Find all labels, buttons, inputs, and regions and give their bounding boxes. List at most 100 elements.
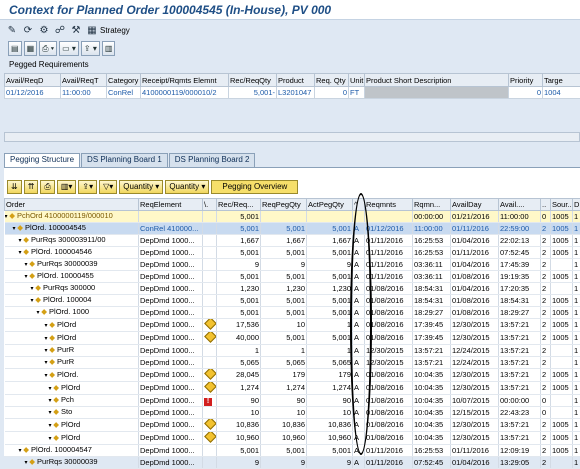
cell: 00:00:00 — [413, 211, 451, 223]
table-row[interactable]: ▾ ◆ PchDepDmd 1000...!909090A01/08/20161… — [5, 395, 580, 407]
cell: 1005 — [551, 319, 573, 332]
cell: 13:57:21 — [413, 345, 451, 357]
layout-button[interactable]: ▭ ▾ — [59, 41, 79, 56]
sort-button[interactable]: ▦ — [24, 41, 38, 56]
col-short-desc[interactable]: Product Short Description — [365, 74, 509, 87]
table-row[interactable]: ▾ ◆ PurRDepDmd 1000...111A12/30/201513:5… — [5, 345, 580, 357]
pencil-icon[interactable]: ✎ — [6, 23, 18, 37]
cell: 5,001 — [261, 307, 307, 319]
detail-col-12[interactable]: Sour... — [551, 199, 573, 211]
warning-icon — [204, 419, 216, 430]
context-icon[interactable]: ☍ — [54, 23, 66, 37]
export-button[interactable]: ⇪▾ — [78, 180, 97, 194]
tab-ds-planning-board-2[interactable]: DS Planning Board 2 — [169, 153, 256, 167]
table-row[interactable]: ▾ ◆ PlOrd. 100004546DepDmd 1000...5,0015… — [5, 247, 580, 259]
cell — [203, 445, 217, 457]
col-priority[interactable]: Priority — [509, 74, 543, 87]
cell: 22:59:00 — [499, 223, 541, 235]
table-row[interactable]: ▾ ◆ PurRqs 30000039DepDmd 1000...999A01/… — [5, 457, 580, 469]
filter-button[interactable]: ▽▾ — [99, 180, 117, 194]
tools-icon[interactable]: ⚒ — [70, 23, 82, 37]
detail-col-9[interactable]: AvailDay — [451, 199, 499, 211]
table-row[interactable]: ▾ ◆ PlOrd. 100004547DepDmd 1000...5,0015… — [5, 445, 580, 457]
cell: 5,001 — [307, 295, 353, 307]
layout-button[interactable]: ▥▾ — [57, 180, 77, 194]
col-receipt-rqmts[interactable]: Receipt/Rqmts Elemnt — [141, 74, 229, 87]
cell: 1 — [573, 319, 580, 332]
table-row[interactable]: ▾ ◆ PurRDepDmd 1000...5,0655,0655,065A12… — [5, 357, 580, 369]
order-label: PlOrd — [61, 420, 80, 429]
cell: DepDmd 1000... — [139, 419, 203, 432]
detail-col-3[interactable]: Rec/Req... — [217, 199, 261, 211]
col-rec-reqqty[interactable]: Rec/ReqQty — [229, 74, 277, 87]
cell: 16:25:53 — [413, 235, 451, 247]
pegging-toolbar: ⇊ ⇈ ⎙ ▥▾ ⇪▾ ▽▾ Quantity ▾ Quantity ▾ Peg… — [7, 178, 298, 195]
tab-pegging-structure[interactable]: Pegging Structure — [4, 153, 80, 167]
cell: 1,667 — [217, 235, 261, 247]
cell: 1 — [573, 457, 580, 469]
col-unit[interactable]: Unit — [349, 74, 365, 87]
table-row[interactable]: ▾ ◆ PlOrdDepDmd 1000...17,536101A01/08/2… — [5, 319, 580, 332]
cell — [203, 211, 217, 223]
settings-icon[interactable]: ⚙ — [38, 23, 50, 37]
col-product[interactable]: Product — [277, 74, 315, 87]
cell: ConRel — [107, 87, 141, 99]
detail-col-10[interactable]: Avail.... — [499, 199, 541, 211]
table-row[interactable]: ▾ ◆ PlOrd. 100004545ConRel 410000...5,00… — [5, 223, 580, 235]
col-target[interactable]: Targe — [543, 74, 580, 87]
table-row[interactable]: ▾ ◆ PlOrd. 1000DepDmd 1000...5,0015,0015… — [5, 307, 580, 319]
table-row[interactable]: ▾ ◆ PlOrd.DepDmd 1000...28,045179179A01/… — [5, 369, 580, 382]
export-button[interactable]: ⇪ ▾ — [81, 41, 100, 56]
quantity2-button[interactable]: Quantity ▾ — [165, 180, 209, 194]
cell: ▾ ◆ PlOrd — [5, 319, 139, 332]
cell: 01/11/2016 — [365, 259, 413, 271]
cell: 1005 — [551, 235, 573, 247]
detail-col-4[interactable]: ReqPegQty — [261, 199, 307, 211]
pegged-row[interactable]: 01/12/2016 11:00:00 ConRel 4100000119/00… — [5, 87, 580, 99]
cell: ▾ ◆ PurRqs 300000 — [5, 283, 139, 295]
strategy-button[interactable]: ▦Strategy — [86, 23, 130, 37]
print-button[interactable]: ⎙ — [40, 180, 54, 194]
cell: 01/12/2016 — [365, 223, 413, 235]
detail-col-0[interactable]: Order — [5, 199, 139, 211]
table-row[interactable]: ▾ ◆ StoDepDmd 1000...101010A01/08/201610… — [5, 407, 580, 419]
refresh-icon[interactable]: ⟳ — [22, 23, 34, 37]
cell — [203, 457, 217, 469]
col-avail-reqt[interactable]: Avail/ReqT — [61, 74, 107, 87]
view-button[interactable]: ▥ — [102, 41, 116, 56]
detail-col-2[interactable]: \. — [203, 199, 217, 211]
cell — [203, 419, 217, 432]
col-avail-reqd[interactable]: Avail/ReqD — [5, 74, 61, 87]
table-row[interactable]: ▾ ◆ PchOrd 4100000119/0000105,00100:00:0… — [5, 211, 580, 223]
expand-button[interactable]: ⇊ — [7, 180, 22, 194]
table-row[interactable]: ▾ ◆ PurRqs 30000039DepDmd 1000...999A01/… — [5, 259, 580, 271]
detail-col-5[interactable]: ActPegQty — [307, 199, 353, 211]
table-row[interactable]: ▾ ◆ PurRqs 300003911/00DepDmd 1000...1,6… — [5, 235, 580, 247]
cell: 2 — [541, 271, 551, 283]
detail-col-13[interactable]: D — [573, 199, 580, 211]
table-row[interactable]: ▾ ◆ PlOrdDepDmd 1000...10,83610,83610,83… — [5, 419, 580, 432]
horizontal-scrollbar[interactable] — [4, 132, 580, 142]
table-row[interactable]: ▾ ◆ PlOrd. 10000455DepDmd 1000...5,0015,… — [5, 271, 580, 283]
cell: ▾ ◆ PurRqs 30000039 — [5, 259, 139, 271]
collapse-button[interactable]: ⇈ — [24, 180, 39, 194]
pegging-overview-button[interactable]: Pegging Overview — [211, 180, 298, 194]
print-button[interactable]: ⎙ ▾ — [39, 41, 57, 56]
detail-col-8[interactable]: Rqmn... — [413, 199, 451, 211]
table-row[interactable]: ▾ ◆ PlOrdDepDmd 1000...40,0005,0015,001A… — [5, 332, 580, 345]
tab-ds-planning-board-1[interactable]: DS Planning Board 1 — [81, 153, 168, 167]
table-row[interactable]: ▾ ◆ PlOrd. 100004DepDmd 1000...5,0015,00… — [5, 295, 580, 307]
cell: 90 — [261, 395, 307, 407]
table-row[interactable]: ▾ ◆ PurRqs 300000DepDmd 1000...1,2301,23… — [5, 283, 580, 295]
col-category[interactable]: Category — [107, 74, 141, 87]
table-row[interactable]: ▾ ◆ PlOrdDepDmd 1000...10,96010,96010,96… — [5, 432, 580, 445]
order-label: PurR — [57, 357, 74, 366]
table-row[interactable]: ▾ ◆ PlOrdDepDmd 1000...1,2741,2741,274A0… — [5, 382, 580, 395]
detail-col-1[interactable]: ReqElement — [139, 199, 203, 211]
quantity1-button[interactable]: Quantity ▾ — [119, 180, 163, 194]
detail-col-11[interactable]: .. — [541, 199, 551, 211]
col-req-qty[interactable]: Req. Qty — [315, 74, 349, 87]
detail-col-7[interactable]: Reqmnts — [365, 199, 413, 211]
details-button[interactable]: ▤ — [8, 41, 22, 56]
cell: 5,001 — [261, 445, 307, 457]
